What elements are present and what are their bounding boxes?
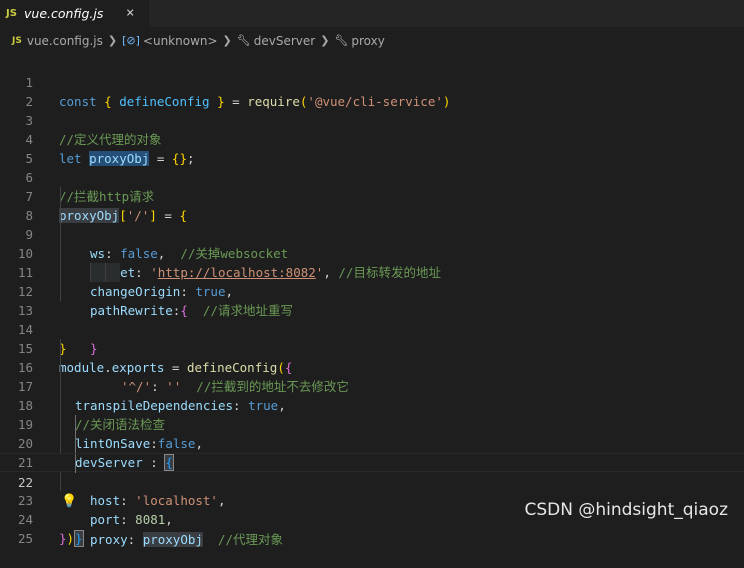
code-editor[interactable]: 1 const { defineConfig } = require('@vue… xyxy=(0,54,744,547)
js-file-icon: JS xyxy=(12,35,22,46)
breadcrumb: JS vue.config.js ❯ [⊘] <unknown> ❯ 🔧︎ de… xyxy=(0,27,744,54)
js-file-icon: JS xyxy=(6,8,17,19)
code-line-current: 22 💡 proxy: proxyObj //代理对象 xyxy=(0,453,744,547)
code-line: 16 transpileDependencies: true, xyxy=(0,339,744,413)
code-line: 7 proxyObj['/'] = { xyxy=(0,168,744,223)
chevron-right-icon: ❯ xyxy=(222,34,232,47)
line-number: 25 xyxy=(17,531,33,546)
wrench-icon: 🔧︎ xyxy=(334,34,349,47)
code-line: 12 '^/': '' //拦截到的地址不去修改它 xyxy=(0,263,744,394)
chevron-right-icon: ❯ xyxy=(107,34,118,47)
code-line: 17 //关闭语法检查 xyxy=(0,358,744,432)
code-line: 23 } xyxy=(0,472,744,547)
wrench-icon: 🔧︎ xyxy=(236,34,251,47)
code-line: 2 xyxy=(0,73,744,109)
code-line: 13 } xyxy=(0,282,744,356)
code-line: 21 port: 8081, xyxy=(0,434,744,527)
code-line: 6 //拦截http请求 xyxy=(0,149,744,204)
code-line: 19 devServer : { xyxy=(0,396,744,471)
code-line: 18 lintOnSave:false, xyxy=(0,377,744,451)
code-line: 15 module.exports = defineConfig({ xyxy=(0,320,744,375)
watermark: CSDN @hindsight_qiaoz xyxy=(524,500,728,520)
tab-bar: JS vue.config.js × xyxy=(0,0,744,27)
breadcrumb-devserver[interactable]: devServer xyxy=(254,34,315,48)
breadcrumb-unknown[interactable]: <unknown> xyxy=(143,34,218,48)
tab-vue-config[interactable]: JS vue.config.js × xyxy=(0,0,150,27)
code-line: 1 const { defineConfig } = require('@vue… xyxy=(0,54,744,109)
chevron-right-icon: ❯ xyxy=(320,34,330,47)
tab-label: vue.config.js xyxy=(24,6,104,21)
code-line: 20 host: 'localhost', xyxy=(0,415,744,508)
code-line: 3 //定义代理的对象 xyxy=(0,92,744,147)
breadcrumb-file[interactable]: vue.config.js xyxy=(27,34,103,48)
code-line: 5 xyxy=(0,130,744,166)
close-icon[interactable]: × xyxy=(126,5,134,21)
breadcrumb-proxy[interactable]: proxy xyxy=(351,34,384,48)
symbol-variable-icon: [⊘] xyxy=(122,34,140,47)
code-line: 14 } xyxy=(0,301,744,356)
code-line: 4 let proxyObj = {}; xyxy=(0,111,744,166)
code-line: 11 pathRewrite:{ //请求地址重写 xyxy=(0,244,744,318)
code-line: 10 changeOrigin: true, xyxy=(0,225,744,299)
code-line: 8 ws: false, //关掉websocket xyxy=(0,187,744,261)
code-line: 9 target: 'http://localhost:8082', //目标转… xyxy=(0,206,744,280)
